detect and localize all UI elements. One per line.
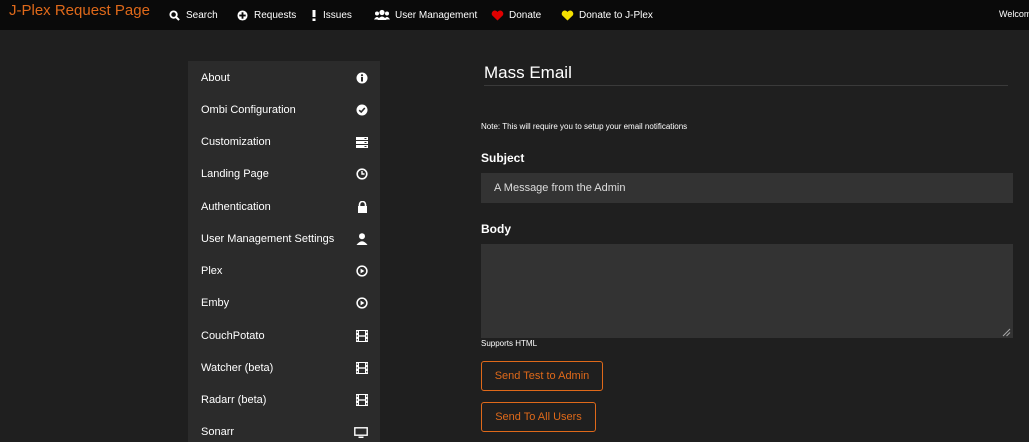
sidebar-item-label: Ombi Configuration <box>201 104 296 116</box>
subject-input[interactable]: A Message from the Admin <box>481 173 1013 203</box>
email-setup-note: Note: This will require you to setup you… <box>481 122 688 131</box>
sidebar-item-about[interactable]: About <box>188 62 380 94</box>
nav-requests[interactable]: Requests <box>235 7 296 23</box>
heart-icon <box>560 10 574 21</box>
nav-search-label: Search <box>186 9 218 21</box>
heart-icon <box>490 10 504 21</box>
sidebar-item-user-management-settings[interactable]: User Management Settings <box>188 223 380 255</box>
sidebar-item-authentication[interactable]: Authentication <box>188 191 380 223</box>
sidebar-item-label: Authentication <box>201 201 271 213</box>
nav-user-management[interactable]: User Management <box>374 7 477 23</box>
nav-issues-label: Issues <box>323 9 352 21</box>
settings-sidebar: About Ombi Configuration Customization L… <box>188 61 380 442</box>
sidebar-item-radarr[interactable]: Radarr (beta) <box>188 384 380 416</box>
sidebar-item-customization[interactable]: Customization <box>188 126 380 158</box>
plus-circle-icon <box>235 9 249 21</box>
sidebar-item-landing-page[interactable]: Landing Page <box>188 158 380 190</box>
film-icon <box>356 330 368 342</box>
sidebar-item-sonarr[interactable]: Sonarr <box>188 416 380 442</box>
brand-title[interactable]: J-Plex Request Page <box>9 2 150 20</box>
supports-html-hint: Supports HTML <box>481 339 538 348</box>
body-label: Body <box>481 222 511 236</box>
sidebar-item-label: Watcher (beta) <box>201 362 274 374</box>
server-icon <box>356 136 368 148</box>
nav-issues[interactable]: Issues <box>310 7 352 23</box>
film-icon <box>356 394 368 406</box>
body-textarea[interactable] <box>481 244 1013 338</box>
play-circle-icon <box>356 297 368 309</box>
sidebar-item-label: User Management Settings <box>201 233 335 245</box>
exclamation-icon <box>310 9 318 21</box>
top-navbar: J-Plex Request Page Search Requests Issu… <box>0 0 1029 30</box>
monitor-icon <box>354 426 368 438</box>
nav-donate-jplex-label: Donate to J-Plex <box>579 9 653 21</box>
sidebar-item-label: Emby <box>201 297 230 309</box>
sidebar-item-plex[interactable]: Plex <box>188 255 380 287</box>
sidebar-item-label: Plex <box>201 265 223 277</box>
users-icon <box>374 9 390 21</box>
check-circle-icon <box>356 104 368 116</box>
resize-grip-icon[interactable] <box>1002 328 1011 337</box>
page-title: Mass Email <box>484 63 572 82</box>
nav-donate[interactable]: Donate <box>490 7 541 23</box>
subject-label: Subject <box>481 151 525 165</box>
film-icon <box>356 362 368 374</box>
sidebar-item-label: Radarr (beta) <box>201 394 267 406</box>
send-all-button[interactable]: Send To All Users <box>481 402 596 432</box>
user-icon <box>356 233 368 245</box>
nav-requests-label: Requests <box>254 9 297 21</box>
nav-welcome[interactable]: Welcom <box>999 9 1029 19</box>
sidebar-item-label: CouchPotato <box>201 330 265 342</box>
sidebar-item-label: Landing Page <box>201 168 269 180</box>
nav-user-management-label: User Management <box>395 9 478 21</box>
sidebar-item-label: About <box>201 72 230 84</box>
sidebar-item-emby[interactable]: Emby <box>188 287 380 319</box>
nav-search[interactable]: Search <box>167 7 218 23</box>
info-icon <box>356 72 368 84</box>
sidebar-item-label: Customization <box>201 136 271 148</box>
play-circle-icon <box>356 265 368 277</box>
sidebar-item-watcher[interactable]: Watcher (beta) <box>188 352 380 384</box>
nav-donate-jplex[interactable]: Donate to J-Plex <box>560 7 653 23</box>
sidebar-item-couchpotato[interactable]: CouchPotato <box>188 320 380 352</box>
search-icon <box>167 9 181 21</box>
sidebar-item-label: Sonarr <box>201 426 235 438</box>
send-test-button[interactable]: Send Test to Admin <box>481 361 603 391</box>
clock-icon <box>356 168 368 180</box>
sidebar-item-ombi-configuration[interactable]: Ombi Configuration <box>188 94 380 126</box>
lock-icon <box>356 201 368 213</box>
title-divider <box>484 85 1008 86</box>
nav-donate-label: Donate <box>509 9 542 21</box>
